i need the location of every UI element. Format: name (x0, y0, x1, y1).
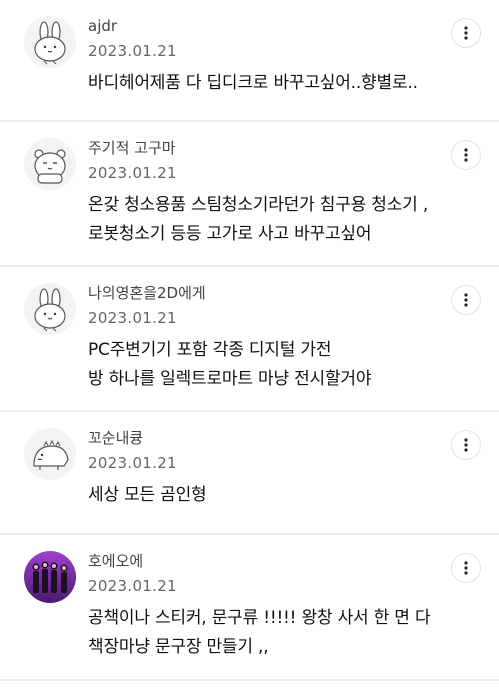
comment-text: 공책이나 스티커, 문구류 !!!!! 왕창 사서 한 면 다 책장마냥 문구장… (88, 608, 431, 657)
comment-username[interactable]: ajdr (88, 16, 439, 36)
more-options-button[interactable] (451, 285, 481, 315)
hamster-avatar-icon[interactable] (24, 138, 76, 190)
more-options-button[interactable] (451, 18, 481, 48)
comment-item: 꼬순내큥 2023.01.21 세상 모든 곰인형 (0, 412, 499, 535)
comment-text: 바디헤어제품 다 딥디크로 바꾸고싶어..향별로.. (88, 73, 418, 93)
comment-item: ajdr 2023.01.21 바디헤어제품 다 딥디크로 바꾸고싶어..향별로… (0, 0, 499, 122)
comment-text: 세상 모든 곰인형 (88, 485, 207, 505)
vertical-dots-icon (464, 561, 468, 575)
comment-date: 2023.01.21 (88, 309, 177, 327)
comment-date: 2023.01.21 (88, 454, 177, 472)
vertical-dots-icon (464, 438, 468, 452)
dinosaur-avatar-icon[interactable] (24, 428, 76, 480)
comment-date: 2023.01.21 (88, 164, 177, 182)
bunny-avatar-icon[interactable] (24, 16, 76, 68)
vertical-dots-icon (464, 148, 468, 162)
vertical-dots-icon (464, 293, 468, 307)
comment-text: 온갖 청소용품 스팀청소기라던가 침구용 청소기 , 로봇청소기 등등 고가로 … (88, 195, 429, 244)
bunny-avatar-icon[interactable] (24, 283, 76, 335)
more-options-button[interactable] (451, 140, 481, 170)
comment-item: 나의영혼을2D에게 2023.01.21 PC주변기기 포함 각종 디지털 가전… (0, 267, 499, 412)
vertical-dots-icon (464, 26, 468, 40)
comment-username[interactable]: 주기적 고구마 (88, 138, 439, 158)
comment-date: 2023.01.21 (88, 42, 177, 60)
group-photo-avatar[interactable] (24, 551, 76, 603)
comment-date: 2023.01.21 (88, 577, 177, 595)
comment-username[interactable]: 꼬순내큥 (88, 428, 439, 448)
comment-text: PC주변기기 포함 각종 디지털 가전 방 하나를 일렉트로마트 마냥 전시할거… (88, 340, 372, 389)
comment-username[interactable]: 호에오에 (88, 551, 439, 571)
comment-list: ajdr 2023.01.21 바디헤어제품 다 딥디크로 바꾸고싶어..향별로… (0, 0, 499, 681)
comment-item: 호에오에 2023.01.21 공책이나 스티커, 문구류 !!!!! 왕창 사… (0, 535, 499, 681)
more-options-button[interactable] (451, 430, 481, 460)
comment-item: 주기적 고구마 2023.01.21 온갖 청소용품 스팀청소기라던가 침구용 … (0, 122, 499, 267)
comment-username[interactable]: 나의영혼을2D에게 (88, 283, 439, 303)
more-options-button[interactable] (451, 553, 481, 583)
